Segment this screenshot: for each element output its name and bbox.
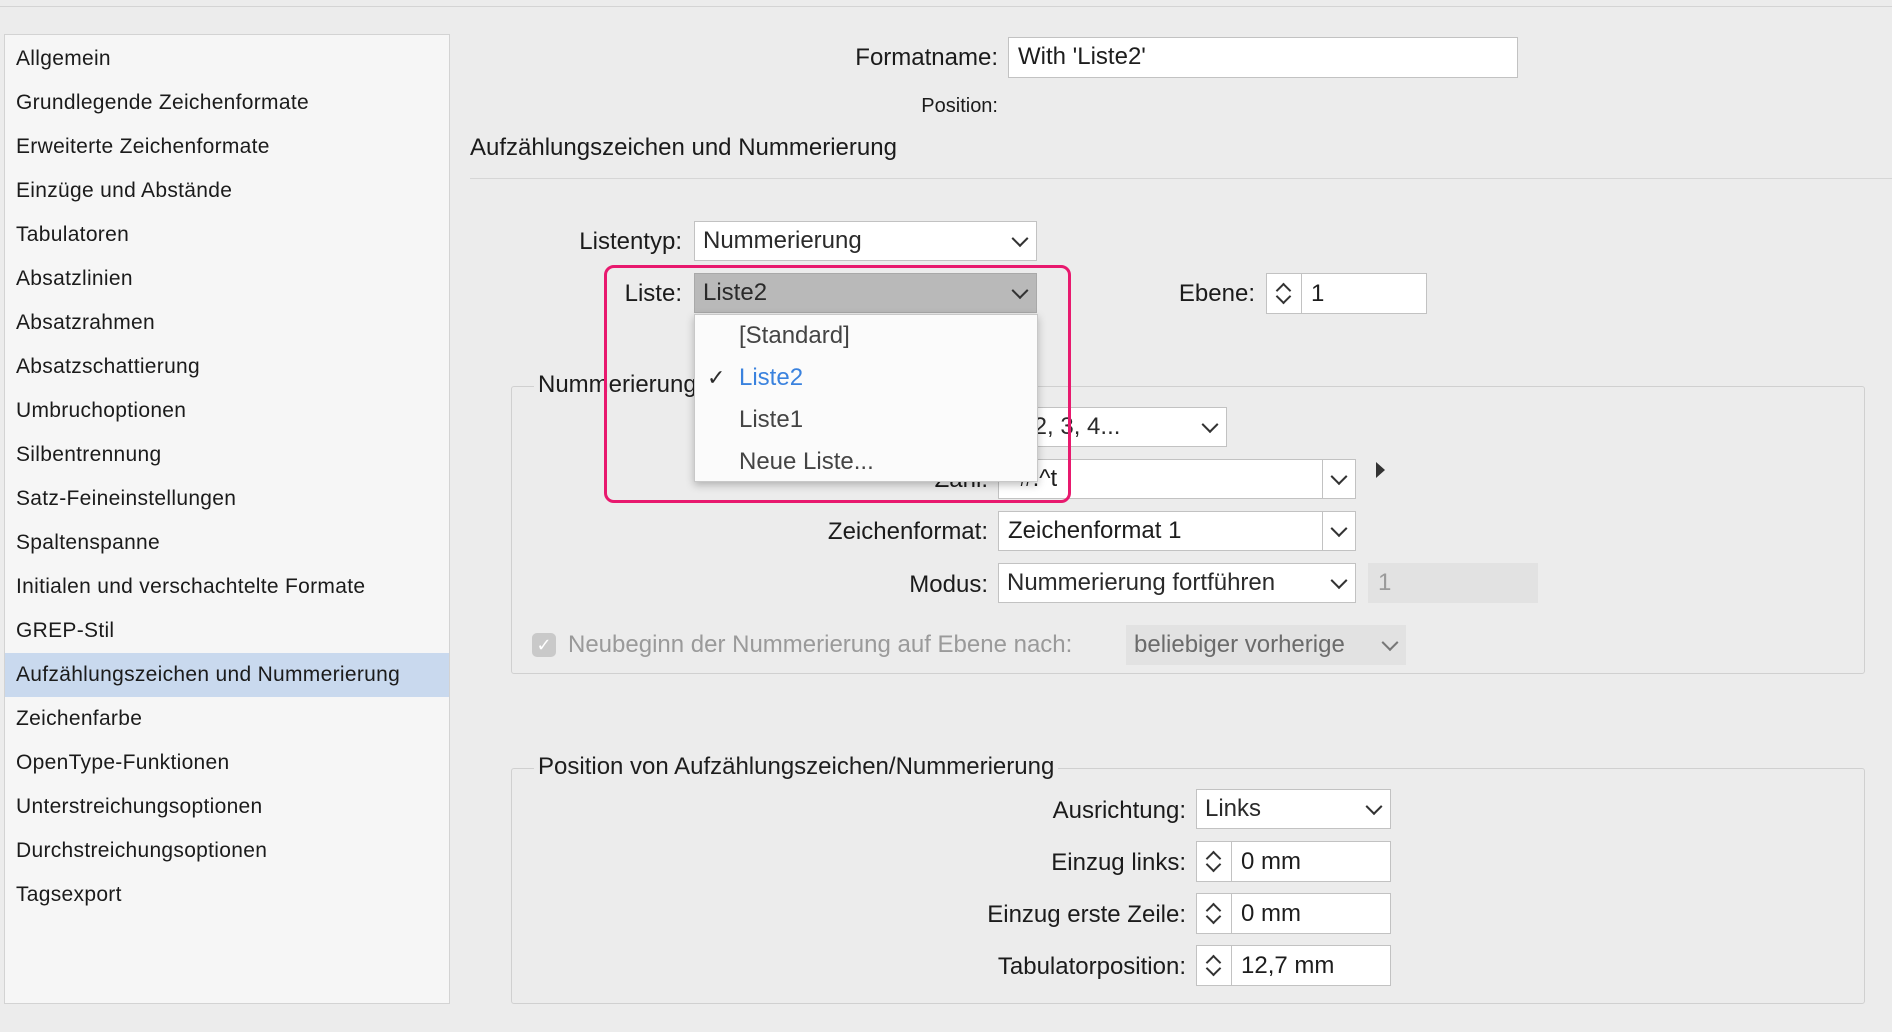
modus-select[interactable]: Nummerierung fortführen: [998, 563, 1356, 603]
sidebar-item-erweiterte-zeichenformate[interactable]: Erweiterte Zeichenformate: [5, 125, 449, 169]
position-group: [511, 768, 1865, 1004]
einzug-erste-value: 0 mm: [1241, 900, 1301, 927]
zahl-combo-button[interactable]: [1322, 459, 1356, 499]
top-divider: [0, 6, 1892, 7]
chevron-down-icon: [1330, 572, 1348, 590]
modus-label: Modus:: [909, 571, 988, 598]
sidebar-item-satz-feineinstellungen[interactable]: Satz-Feineinstellungen: [5, 477, 449, 521]
formatname-label: Formatname:: [855, 44, 998, 71]
einzug-links-value: 0 mm: [1241, 848, 1301, 875]
listentyp-select[interactable]: Nummerierung: [694, 221, 1037, 261]
ausrichtung-label: Ausrichtung:: [1052, 797, 1186, 824]
sidebar-item-silbentrennung[interactable]: Silbentrennung: [5, 433, 449, 477]
ebene-value: 1: [1311, 280, 1325, 307]
modus-start-field: 1: [1368, 563, 1538, 603]
sidebar-item-grundlegende-zeichenformate[interactable]: Grundlegende Zeichenformate: [5, 81, 449, 125]
formatname-field[interactable]: With 'Liste2': [1008, 37, 1518, 78]
tabulatorposition-label: Tabulatorposition:: [997, 953, 1186, 980]
restart-checkbox[interactable]: ✓: [532, 633, 556, 657]
section-divider: [470, 178, 1892, 179]
sidebar-item-umbruchoptionen[interactable]: Umbruchoptionen: [5, 389, 449, 433]
chevron-down-icon: [1201, 416, 1219, 434]
position-group-title: Position von Aufzählungszeichen/Nummerie…: [534, 753, 1059, 781]
zeichenformat-label: Zeichenformat:: [827, 518, 988, 545]
einzug-links-stepper-arrows[interactable]: [1197, 842, 1232, 881]
zeichenformat-combo-button[interactable]: [1322, 511, 1356, 551]
ebene-label: Ebene:: [1178, 280, 1255, 307]
ebene-stepper[interactable]: 1: [1266, 273, 1427, 314]
sidebar-item-durchstreichungsoptionen[interactable]: Durchstreichungsoptionen: [5, 829, 449, 873]
position-label: Position:: [921, 95, 998, 117]
sidebar-item-absatzrahmen[interactable]: Absatzrahmen: [5, 301, 449, 345]
chevron-down-icon: [1330, 520, 1348, 538]
sidebar-item-zeichenfarbe[interactable]: Zeichenfarbe: [5, 697, 449, 741]
sidebar-item-spaltenspanne[interactable]: Spaltenspanne: [5, 521, 449, 565]
einzug-erste-label: Einzug erste Zeile:: [987, 901, 1186, 928]
einzug-links-label: Einzug links:: [1051, 849, 1186, 876]
listentyp-value: Nummerierung: [703, 227, 862, 254]
sidebar-item-aufzaehlungszeichen[interactable]: Aufzählungszeichen und Nummerierung: [5, 653, 449, 697]
chevron-down-icon: [1330, 468, 1348, 486]
einzug-links-stepper[interactable]: 0 mm: [1196, 841, 1391, 882]
chevron-down-icon: [1011, 230, 1029, 248]
tabulatorposition-value: 12,7 mm: [1241, 952, 1335, 979]
sidebar-item-tabulatoren[interactable]: Tabulatoren: [5, 213, 449, 257]
checkmark-icon: ✓: [536, 635, 552, 655]
sidebar-item-opentype-funktionen[interactable]: OpenType-Funktionen: [5, 741, 449, 785]
tabulatorposition-stepper[interactable]: 12,7 mm: [1196, 945, 1391, 986]
restart-label: Neubeginn der Nummerierung auf Ebene nac…: [568, 631, 1073, 658]
sidebar-item-tagsexport[interactable]: Tagsexport: [5, 873, 449, 917]
ausrichtung-select[interactable]: Links: [1196, 789, 1391, 829]
sidebar-item-initialen[interactable]: Initialen und verschachtelte Formate: [5, 565, 449, 609]
ausrichtung-value: Links: [1205, 795, 1262, 822]
sidebar: Allgemein Grundlegende Zeichenformate Er…: [4, 34, 450, 1004]
chevron-down-icon: [1381, 634, 1399, 652]
sidebar-item-allgemein[interactable]: Allgemein: [5, 37, 449, 81]
sidebar-item-grep-stil[interactable]: GREP-Stil: [5, 609, 449, 653]
sidebar-item-absatzlinien[interactable]: Absatzlinien: [5, 257, 449, 301]
sidebar-item-unterstreichungsoptionen[interactable]: Unterstreichungsoptionen: [5, 785, 449, 829]
chevron-down-icon: [1365, 798, 1383, 816]
section-title: Aufzählungszeichen und Nummerierung: [470, 134, 897, 161]
einzug-erste-stepper-arrows[interactable]: [1197, 894, 1232, 933]
restart-value: beliebiger vorherige: [1134, 631, 1345, 658]
tabulatorposition-stepper-arrows[interactable]: [1197, 946, 1232, 985]
einzug-erste-stepper[interactable]: 0 mm: [1196, 893, 1391, 934]
zeichenformat-field[interactable]: Zeichenformat 1: [998, 511, 1323, 551]
restart-select: beliebiger vorherige: [1126, 625, 1406, 665]
highlight-annotation: [604, 265, 1071, 503]
ebene-stepper-arrows[interactable]: [1267, 274, 1302, 313]
modus-value: Nummerierung fortführen: [1007, 569, 1276, 596]
special-char-menu-icon[interactable]: [1376, 462, 1385, 478]
sidebar-item-einzuege-und-abstaende[interactable]: Einzüge und Abstände: [5, 169, 449, 213]
listentyp-label: Listentyp:: [579, 228, 682, 255]
sidebar-item-absatzschattierung[interactable]: Absatzschattierung: [5, 345, 449, 389]
